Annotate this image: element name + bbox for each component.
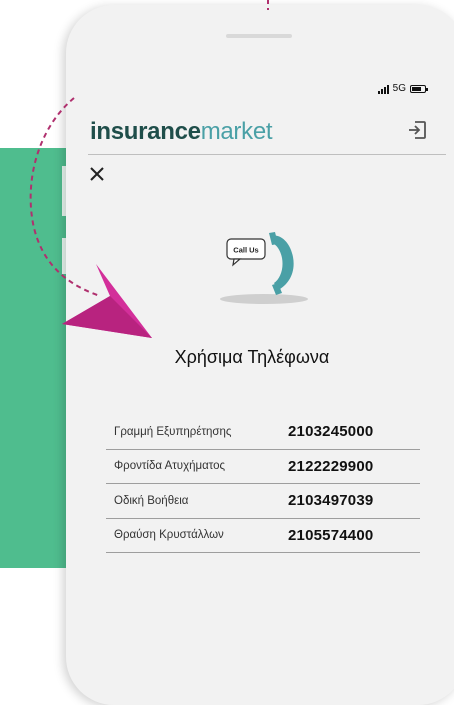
list-item[interactable]: Οδική Βοήθεια 2103497039 bbox=[106, 484, 420, 519]
network-label: 5G bbox=[392, 83, 406, 94]
contact-label: Γραμμή Εξυπηρέτησης bbox=[114, 425, 232, 438]
list-item[interactable]: Θραύση Κρυστάλλων 2105574400 bbox=[106, 519, 420, 553]
contact-label: Φροντίδα Ατυχήματος bbox=[114, 460, 226, 473]
brand-light: market bbox=[200, 118, 273, 145]
phone-speaker bbox=[226, 34, 292, 38]
logout-icon[interactable] bbox=[406, 119, 428, 141]
contacts-list: Γραμμή Εξυπηρέτησης 2103245000 Φροντίδα … bbox=[106, 415, 420, 553]
contact-number[interactable]: 2105574400 bbox=[288, 527, 373, 544]
brand-bold: insurance bbox=[90, 118, 201, 145]
brand-logo[interactable]: insurancemarket bbox=[90, 118, 273, 146]
contact-number[interactable]: 2103497039 bbox=[288, 492, 373, 509]
contact-label: Οδική Βοήθεια bbox=[114, 494, 189, 507]
call-bubble: Call Us bbox=[226, 238, 266, 267]
phone-handset-icon bbox=[269, 232, 294, 295]
signal-icon bbox=[377, 84, 389, 94]
close-icon[interactable] bbox=[88, 165, 106, 183]
contact-label: Θραύση Κρυστάλλων bbox=[114, 529, 224, 542]
battery-icon bbox=[410, 84, 428, 93]
header-divider bbox=[88, 154, 446, 155]
call-us-illustration: Call Us bbox=[220, 232, 308, 304]
status-bar: 5G bbox=[377, 83, 428, 94]
contact-number[interactable]: 2103245000 bbox=[288, 423, 373, 440]
phone-frame: 5G insurancemarket Call Us Χρήσιμα Τηλέφ… bbox=[66, 5, 454, 705]
list-item[interactable]: Γραμμή Εξυπηρέτησης 2103245000 bbox=[106, 415, 420, 450]
bubble-text: Call Us bbox=[233, 246, 258, 255]
app-header: insurancemarket bbox=[90, 113, 446, 151]
contact-number[interactable]: 2122229900 bbox=[288, 458, 373, 475]
list-item[interactable]: Φροντίδα Ατυχήματος 2122229900 bbox=[106, 450, 420, 484]
page-title: Χρήσιμα Τηλέφωνα bbox=[174, 347, 330, 367]
